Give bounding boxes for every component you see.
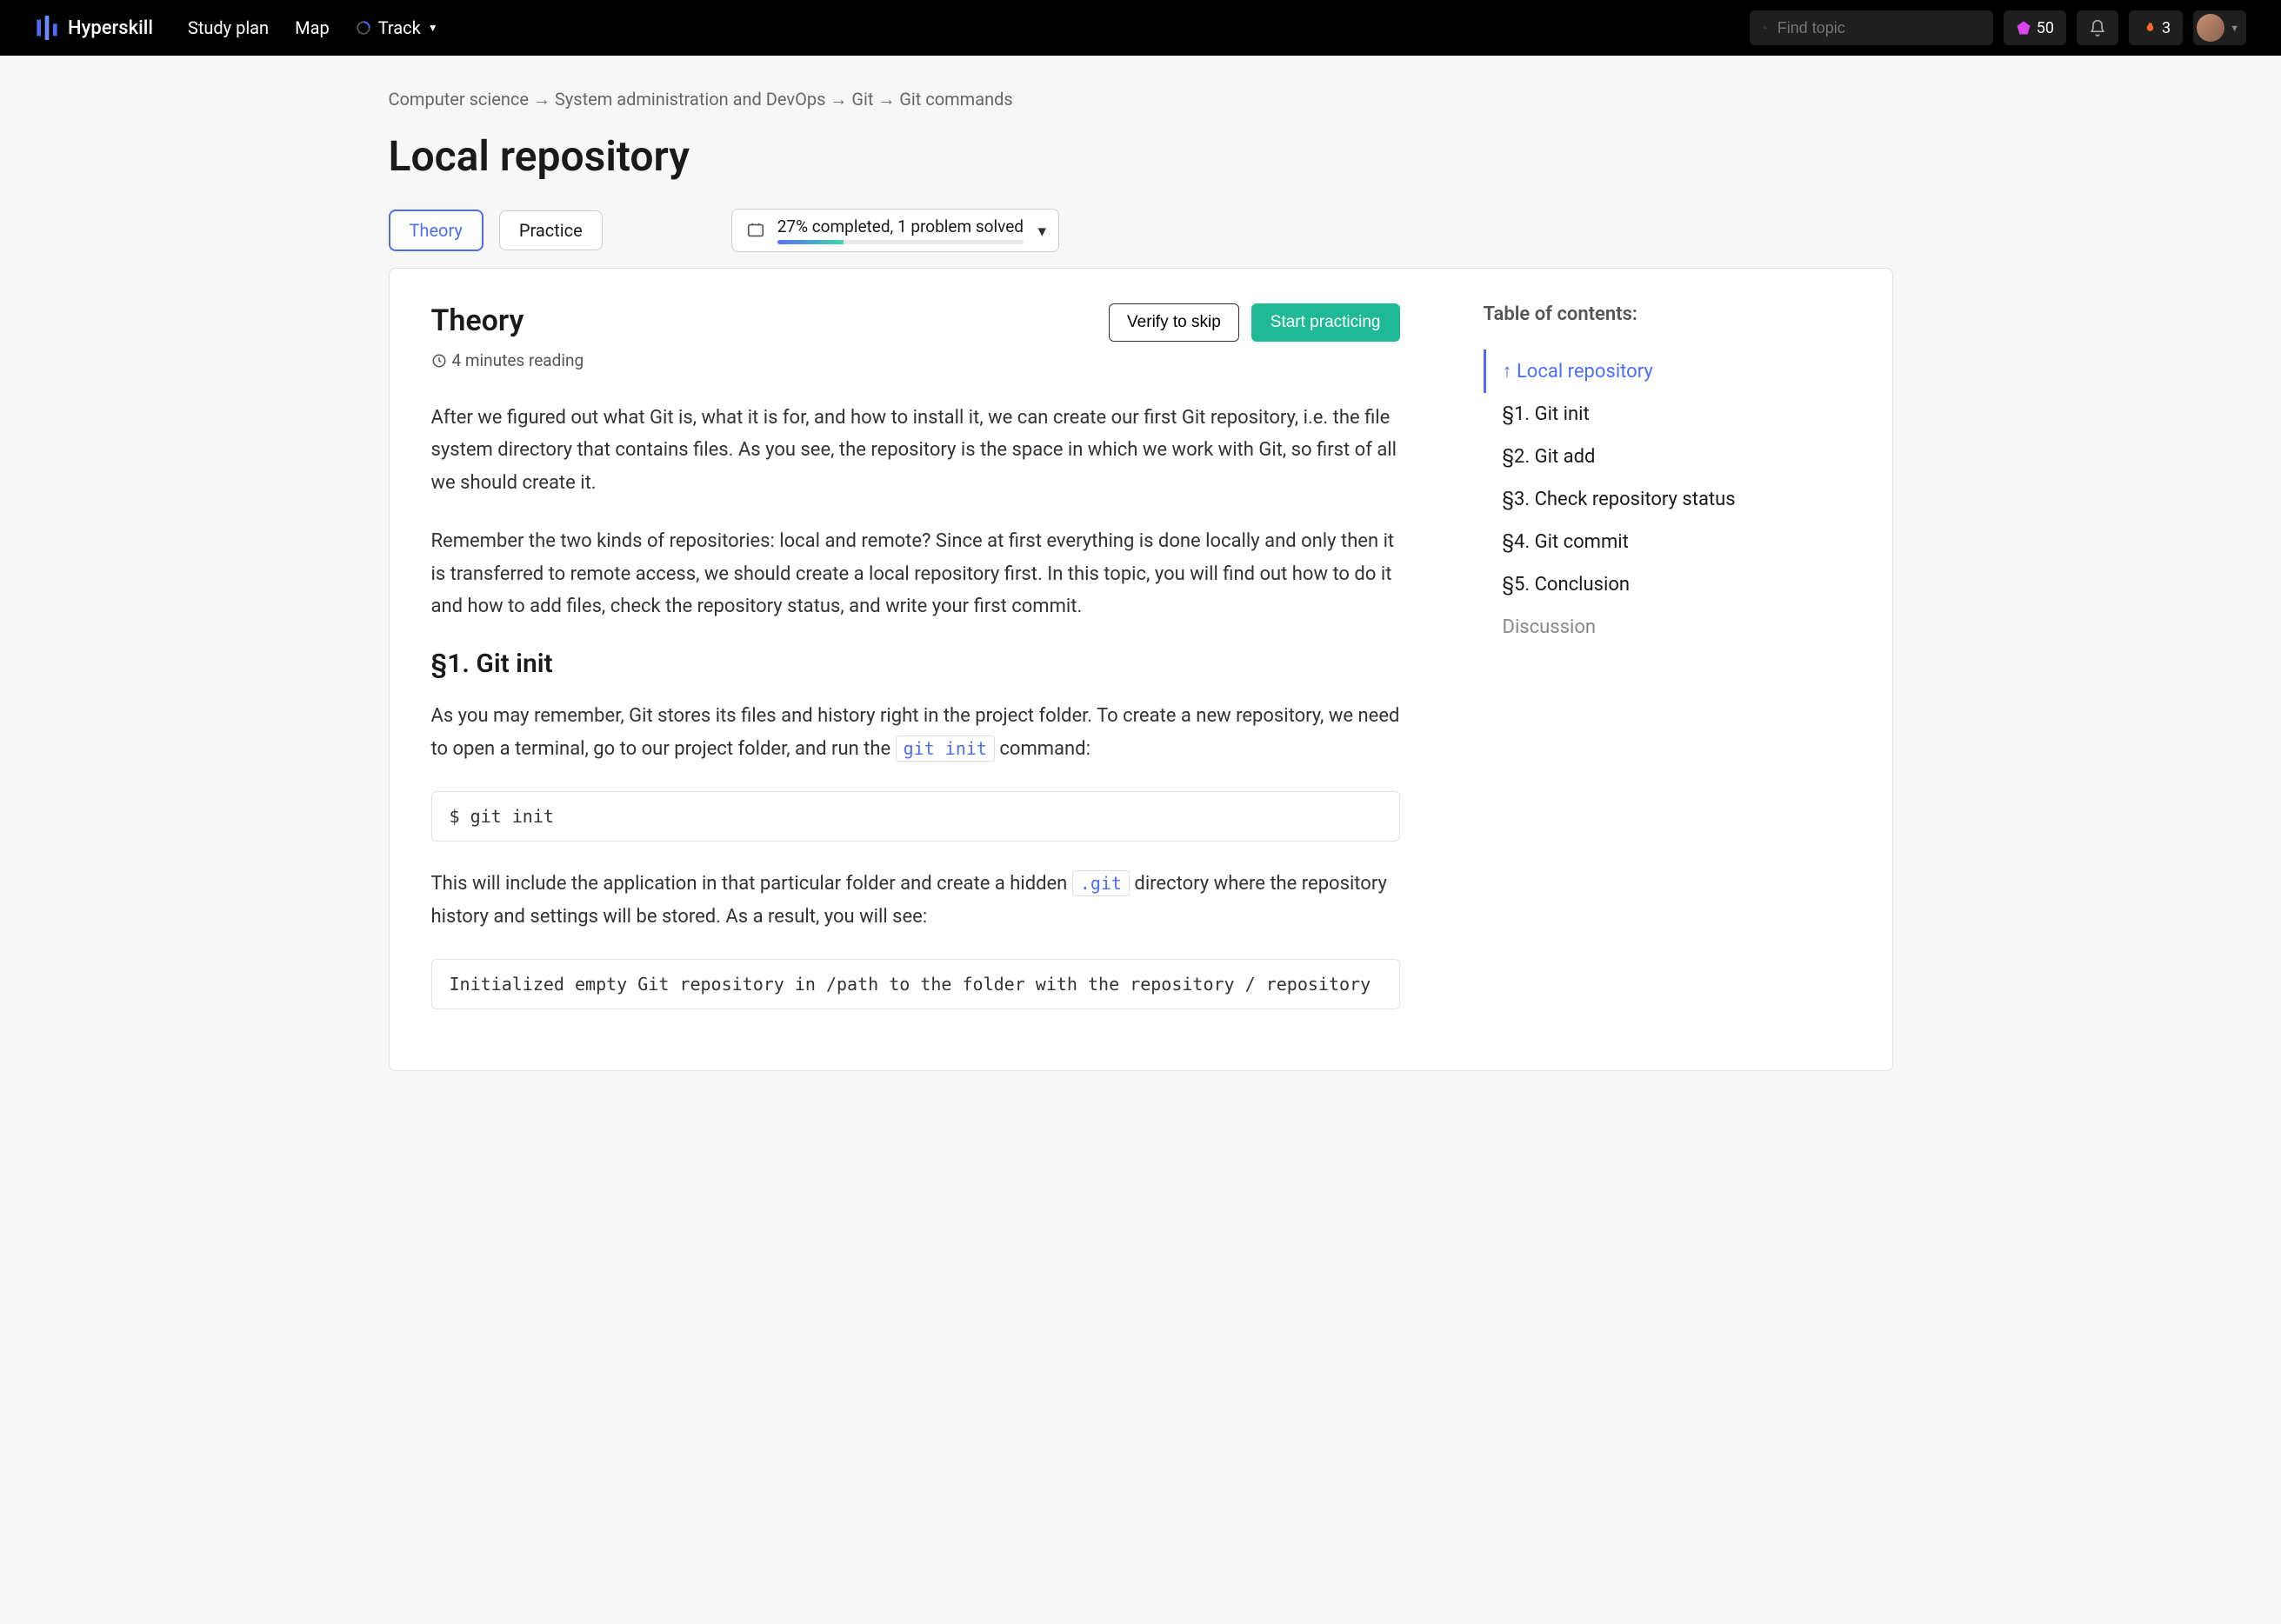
circle-progress-icon [356,20,371,36]
chevron-down-icon: ▼ [428,22,438,34]
progress-text: 27% completed, 1 problem solved [777,216,1024,236]
crumb-l1[interactable]: Computer science [389,89,529,110]
toc-item-s4[interactable]: §4. Git commit [1484,521,1851,563]
inline-code-git-init: git init [896,735,995,762]
verify-skip-button[interactable]: Verify to skip [1109,303,1239,342]
fire-icon [2141,20,2157,36]
nav-map[interactable]: Map [295,17,330,38]
tab-row: Theory Practice 27% completed, 1 problem… [389,209,1893,252]
logo-icon [35,16,59,40]
reading-time: 4 minutes reading [431,350,1400,370]
card-icon [746,221,765,240]
toc-item-top[interactable]: ↑ Local repository [1484,349,1851,393]
gem-icon [2016,20,2031,36]
chevron-down-icon: ▼ [2230,23,2239,34]
notifications-box[interactable] [2077,10,2118,45]
toc-item-s1[interactable]: §1. Git init [1484,393,1851,436]
toc-item-s3[interactable]: §3. Check repository status [1484,478,1851,521]
nav-track-label: Track [378,17,421,38]
nav-study-plan[interactable]: Study plan [188,17,269,38]
crumb-l3[interactable]: Git [851,89,873,110]
logo-group[interactable]: Hyperskill [35,16,153,40]
points-value: 50 [2037,19,2054,37]
search-box[interactable] [1750,10,1993,45]
top-header: Hyperskill Study plan Map Track ▼ 50 3 ▼ [0,0,2281,56]
page-title: Local repository [389,131,1893,181]
section-1-heading: §1. Git init [431,649,1400,679]
tab-theory[interactable]: Theory [389,210,484,251]
code-block-git-init: $ git init [431,791,1400,842]
crumb-l4[interactable]: Git commands [899,89,1012,110]
tab-practice[interactable]: Practice [499,210,603,250]
main-column: Theory Verify to skip Start practicing 4… [390,303,1442,1035]
clock-icon [431,353,447,369]
theory-heading: Theory [431,303,524,338]
search-input[interactable] [1777,19,1979,37]
inline-code-dotgit: .git [1072,870,1130,896]
toc-item-discussion[interactable]: Discussion [1484,606,1851,649]
code-block-init-output: Initialized empty Git repository in /pat… [431,959,1400,1009]
intro-paragraph-1: After we figured out what Git is, what i… [431,402,1400,499]
toc-item-s5[interactable]: §5. Conclusion [1484,563,1851,606]
search-icon [1764,20,1767,36]
user-menu[interactable]: ▼ [2193,10,2246,45]
brand-name: Hyperskill [68,17,153,39]
progress-box[interactable]: 27% completed, 1 problem solved ▾ [731,209,1059,252]
intro-paragraph-2: Remember the two kinds of repositories: … [431,525,1400,622]
toc-column: Table of contents: ↑ Local repository §1… [1442,303,1892,1035]
content-card: Theory Verify to skip Start practicing 4… [389,268,1893,1071]
streak-box[interactable]: 3 [2129,10,2183,45]
avatar [2197,14,2224,42]
toc-item-s2[interactable]: §2. Git add [1484,436,1851,478]
toc-title: Table of contents: [1484,303,1851,325]
breadcrumb: Computer science → System administration… [389,89,1893,110]
section-1-paragraph-2: This will include the application in tha… [431,868,1400,933]
crumb-l2[interactable]: System administration and DevOps [555,89,826,110]
progress-bar [777,240,1024,244]
points-box[interactable]: 50 [2004,10,2066,45]
chevron-down-icon: ▾ [1037,221,1046,241]
streak-value: 3 [2162,19,2171,37]
bell-icon [2089,19,2106,37]
start-practicing-button[interactable]: Start practicing [1251,303,1400,342]
nav-track[interactable]: Track ▼ [356,17,438,38]
section-1-paragraph-1: As you may remember, Git stores its file… [431,700,1400,765]
